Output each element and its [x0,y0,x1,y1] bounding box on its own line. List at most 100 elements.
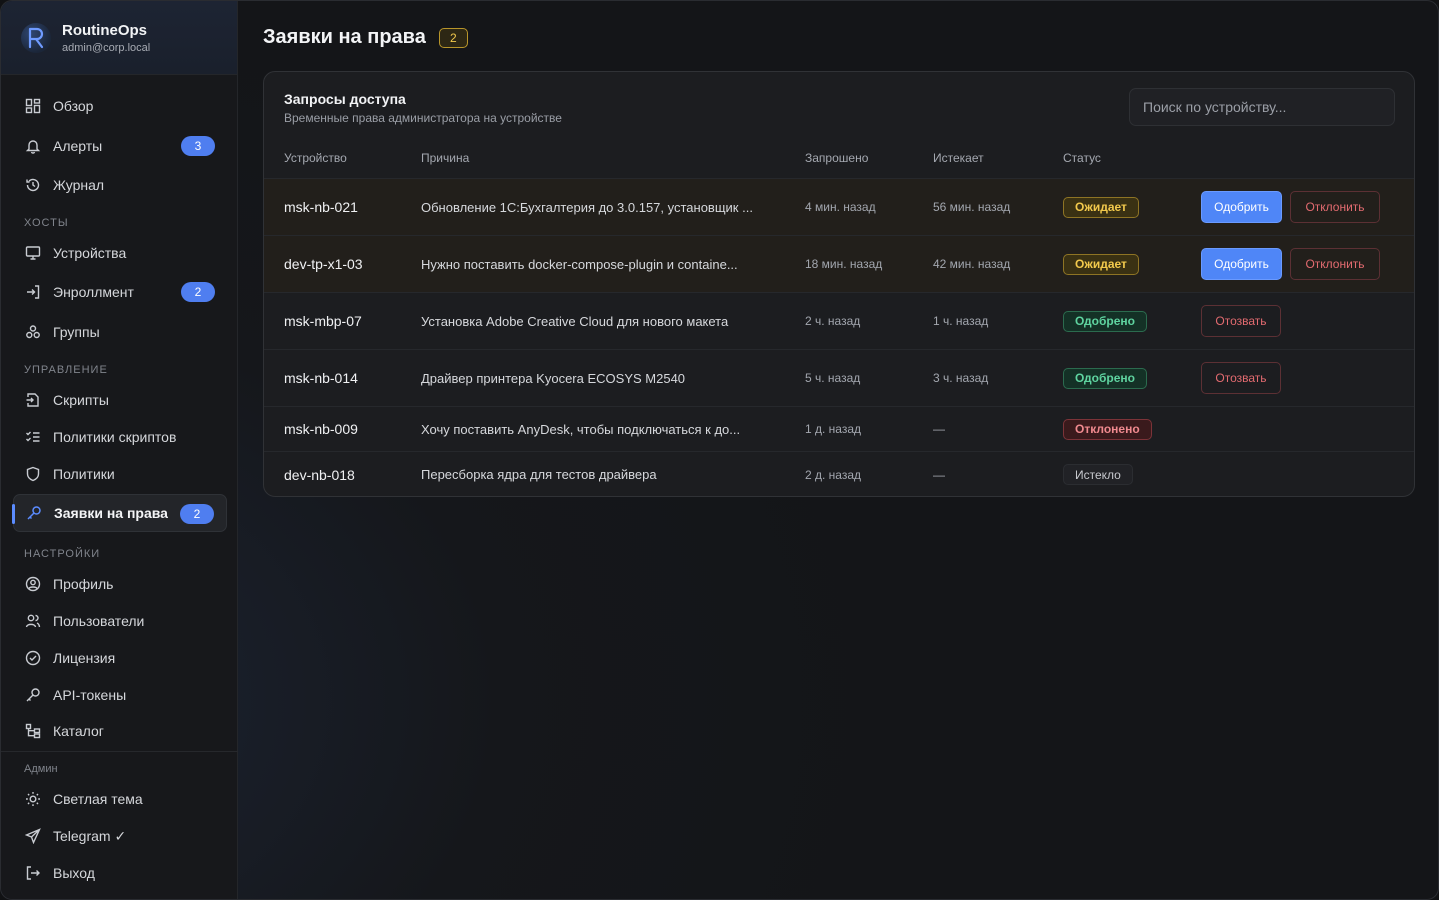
nav-item-devices[interactable]: Устройства [13,234,227,272]
nav-label: Политики скриптов [53,429,177,445]
requested-time: 1 д. назад [805,422,862,436]
logo-icon [21,22,51,53]
nav-item-groups[interactable]: Группы [13,313,227,351]
nav-label: Каталог [53,723,104,739]
monitor-icon [24,244,42,262]
status-badge: Ожидает [1063,196,1139,218]
column-header-device[interactable]: Устройство [284,151,347,165]
device-name: msk-mbp-07 [284,313,362,329]
status-cell: Одобрено [1063,350,1147,406]
device-search-input[interactable] [1129,88,1395,126]
nav-item-license[interactable]: Лицензия [13,639,227,677]
nav-item-alerts[interactable]: Алерты 3 [13,127,227,165]
nav-item-api-tokens[interactable]: API-токены [13,676,227,714]
nav-item-script-policies[interactable]: Политики скриптов [13,418,227,456]
nav-item-light-theme[interactable]: Светлая тема [13,780,227,818]
page-title: Заявки на права 2 [263,26,468,49]
key-icon [25,504,43,522]
nav-label: Выход [53,865,95,881]
badge-check-icon [24,649,42,667]
tree-icon [24,722,42,740]
request-reason: Драйвер принтера Kyocera ECOSYS M2540 [421,370,686,386]
bell-icon [24,137,42,155]
request-reason: Хочу поставить AnyDesk, чтобы подключать… [421,421,741,437]
nav-item-catalog[interactable]: Каталог [13,712,227,750]
nav-label: Группы [53,324,100,340]
revoke-button[interactable]: Отозвать [1201,305,1281,337]
request-reason: Обновление 1С:Бухгалтерия до 3.0.157, ус… [421,199,753,215]
device-name: msk-nb-021 [284,199,358,215]
alerts-count-badge: 3 [181,136,215,156]
expires-time: 3 ч. назад [933,371,989,385]
nav-item-telegram[interactable]: Telegram ✓ [13,817,227,855]
status-badge: Одобрено [1063,310,1147,332]
device-name: dev-tp-x1-03 [284,256,363,272]
nav-item-profile[interactable]: Профиль [13,565,227,603]
column-header-requested[interactable]: Запрошено [805,151,868,165]
nav-label: API-токены [53,687,127,703]
login-icon [24,283,42,301]
revoke-button[interactable]: Отозвать [1201,362,1281,394]
approve-button[interactable]: Одобрить [1201,248,1282,280]
request-reason: Пересборка ядра для тестов драйвера [421,467,657,482]
nav-label: Устройства [53,245,127,261]
nav-label: Профиль [53,576,114,592]
nav-item-journal[interactable]: Журнал [13,166,227,204]
send-icon [24,827,42,845]
device-name: dev-nb-018 [284,466,355,483]
status-badge: Отклонено [1063,418,1152,440]
nav-item-overview[interactable]: Обзор [13,87,227,125]
column-header-status[interactable]: Статус [1063,151,1101,165]
users-icon [24,612,42,630]
device-name: msk-nb-009 [284,421,358,437]
reject-button[interactable]: Отклонить [1290,248,1380,280]
nav-item-policies[interactable]: Политики [13,455,227,493]
table-row[interactable]: msk-nb-009 Хочу поставить AnyDesk, чтобы… [264,406,1414,451]
list-check-icon [24,428,42,446]
access-requests-card: Запросы доступа Временные права админист… [263,71,1415,497]
user-email: admin@corp.local [62,41,151,54]
nav-label: Обзор [53,98,94,114]
sidebar-divider [1,751,238,752]
requested-time: 5 ч. назад [805,371,861,385]
expires-time: — [933,467,945,482]
table-row[interactable]: msk-nb-021 Обновление 1С:Бухгалтерия до … [264,178,1414,235]
column-header-expires[interactable]: Истекает [933,151,984,165]
requested-time: 2 ч. назад [805,314,861,328]
sun-icon [24,790,42,808]
enrollment-count-badge: 2 [181,282,215,302]
pending-count-badge: 2 [438,27,468,48]
nav-label: Telegram ✓ [53,827,127,844]
table-row[interactable]: dev-nb-018 Пересборка ядра для тестов др… [264,451,1414,496]
expires-time: 42 мин. назад [933,257,1011,271]
shield-icon [24,465,42,483]
nav-label: Светлая тема [53,791,143,807]
logout-icon [24,864,42,882]
groups-icon [24,323,42,341]
reject-button[interactable]: Отклонить [1290,191,1380,223]
nav-item-scripts[interactable]: Скрипты [13,381,227,419]
table-row[interactable]: msk-nb-014 Драйвер принтера Kyocera ECOS… [264,349,1414,406]
access-requests-count-badge: 2 [180,504,214,524]
device-name: msk-nb-014 [284,370,358,386]
nav-item-access-requests[interactable]: Заявки на права 2 [12,494,227,532]
request-reason: Нужно поставить docker-compose-plugin и … [421,256,738,272]
expires-time: 56 мин. назад [933,200,1011,214]
table-row[interactable]: dev-tp-x1-03 Нужно поставить docker-comp… [264,235,1414,292]
nav-item-users[interactable]: Пользователи [13,602,227,640]
nav-item-enrollment[interactable]: Энроллмент 2 [13,273,227,311]
status-cell: Ожидает [1063,236,1139,292]
nav-item-logout[interactable]: Выход [13,854,227,892]
section-settings: НАСТРОЙКИ [24,548,101,560]
approve-button[interactable]: Одобрить [1201,191,1282,223]
requested-time: 2 д. назад [805,467,862,482]
column-header-reason[interactable]: Причина [421,151,469,165]
brand-header[interactable]: RoutineOps admin@corp.local [1,1,237,75]
requested-time: 18 мин. назад [805,257,883,271]
card-subtitle: Временные права администратора на устрой… [284,111,562,125]
dashboard-icon [24,97,42,115]
status-cell: Ожидает [1063,179,1139,235]
table-row[interactable]: msk-mbp-07 Установка Adobe Creative Clou… [264,292,1414,349]
page-title-text: Заявки на права [263,26,426,48]
script-icon [24,391,42,409]
